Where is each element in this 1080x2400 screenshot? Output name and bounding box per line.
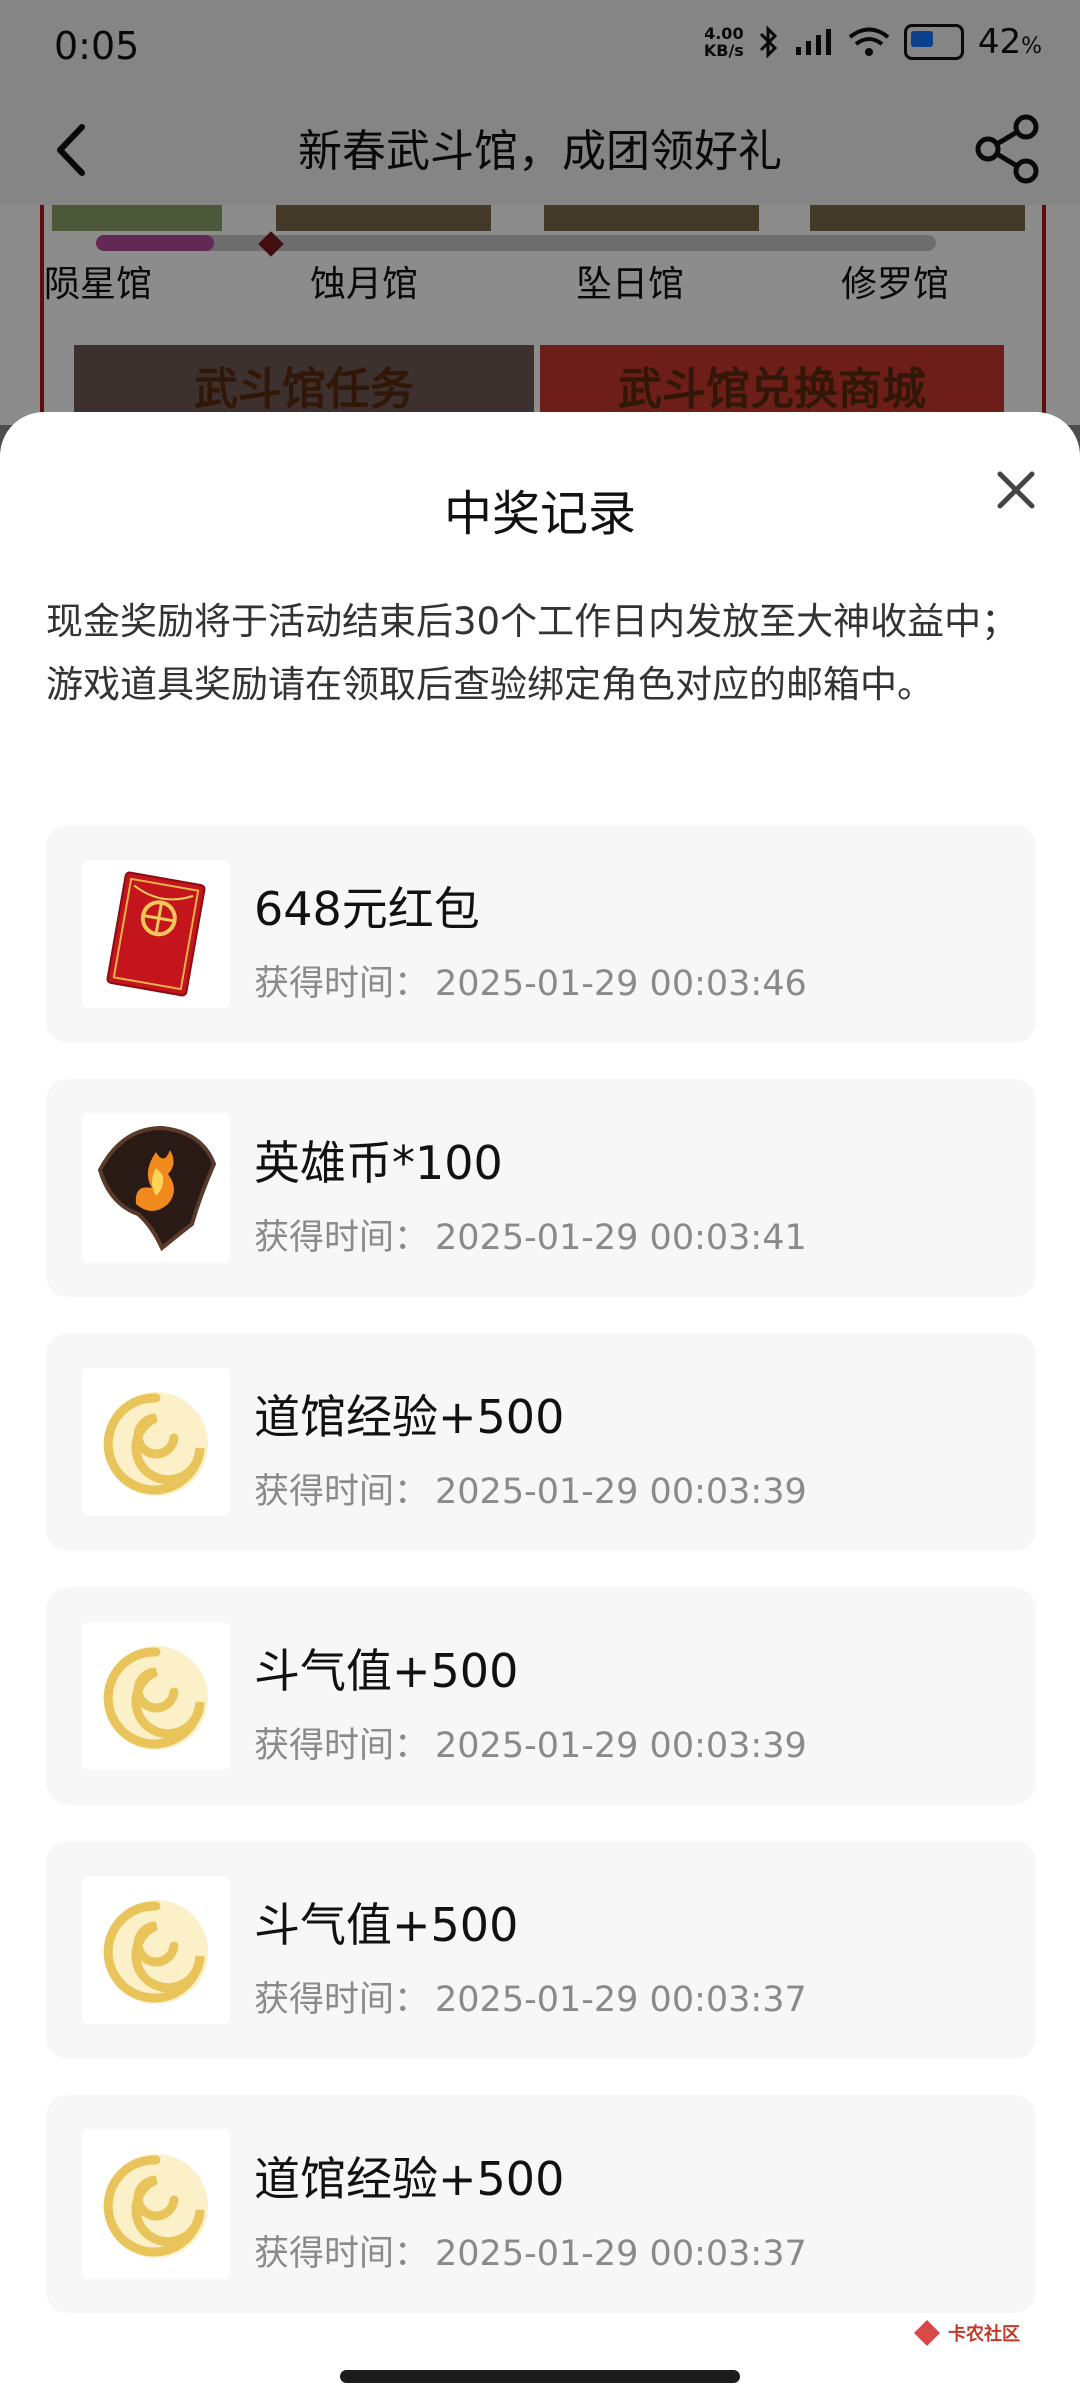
- reward-notice: 现金奖励将于活动结束后30个工作日内发放至大神收益中；游戏道具奖励请在领取后查验…: [46, 600, 1019, 706]
- swirl-orb-icon: [82, 2130, 230, 2278]
- watermark: 卡农社区: [912, 2318, 1020, 2348]
- prize-name: 648元红包: [254, 882, 480, 936]
- close-button[interactable]: [988, 462, 1044, 518]
- sheet-title: 中奖记录: [443, 486, 636, 542]
- prize-records-sheet: 中奖记录 现金奖励将于活动结束后30个工作日内发放至大神收益中；游戏道具奖励请在…: [0, 412, 1080, 2400]
- prize-time: 获得时间： 2025-01-29 00:03:39: [254, 1472, 807, 1512]
- home-indicator[interactable]: [340, 2370, 740, 2383]
- hero-coin-icon: [82, 1114, 230, 1262]
- prize-record-list: 648元红包 获得时间： 2025-01-29 00:03:46 英雄币*100 …: [46, 825, 1036, 2349]
- prize-record-item: 道馆经验+500 获得时间： 2025-01-29 00:03:37: [46, 2095, 1036, 2313]
- prize-record-item: 道馆经验+500 获得时间： 2025-01-29 00:03:39: [46, 1333, 1036, 1551]
- prize-record-item: 英雄币*100 获得时间： 2025-01-29 00:03:41: [46, 1079, 1036, 1297]
- prize-name: 道馆经验+500: [254, 2152, 565, 2206]
- prize-name: 道馆经验+500: [254, 1390, 565, 1444]
- prize-record-item: 648元红包 获得时间： 2025-01-29 00:03:46: [46, 825, 1036, 1043]
- prize-record-item: 斗气值+500 获得时间： 2025-01-29 00:03:39: [46, 1587, 1036, 1805]
- prize-name: 斗气值+500: [254, 1898, 519, 1952]
- prize-record-item: 斗气值+500 获得时间： 2025-01-29 00:03:37: [46, 1841, 1036, 2059]
- swirl-orb-icon: [82, 1622, 230, 1770]
- watermark-logo-icon: [914, 2320, 940, 2346]
- swirl-orb-icon: [82, 1876, 230, 2024]
- prize-time: 获得时间： 2025-01-29 00:03:39: [254, 1726, 807, 1766]
- prize-time: 获得时间： 2025-01-29 00:03:37: [254, 1980, 807, 2020]
- prize-time: 获得时间： 2025-01-29 00:03:41: [254, 1218, 807, 1258]
- prize-name: 斗气值+500: [254, 1644, 519, 1698]
- prize-name: 英雄币*100: [254, 1136, 503, 1190]
- prize-time: 获得时间： 2025-01-29 00:03:37: [254, 2234, 807, 2274]
- prize-time: 获得时间： 2025-01-29 00:03:46: [254, 964, 807, 1004]
- swirl-orb-icon: [82, 1368, 230, 1516]
- red-envelope-icon: [82, 860, 230, 1008]
